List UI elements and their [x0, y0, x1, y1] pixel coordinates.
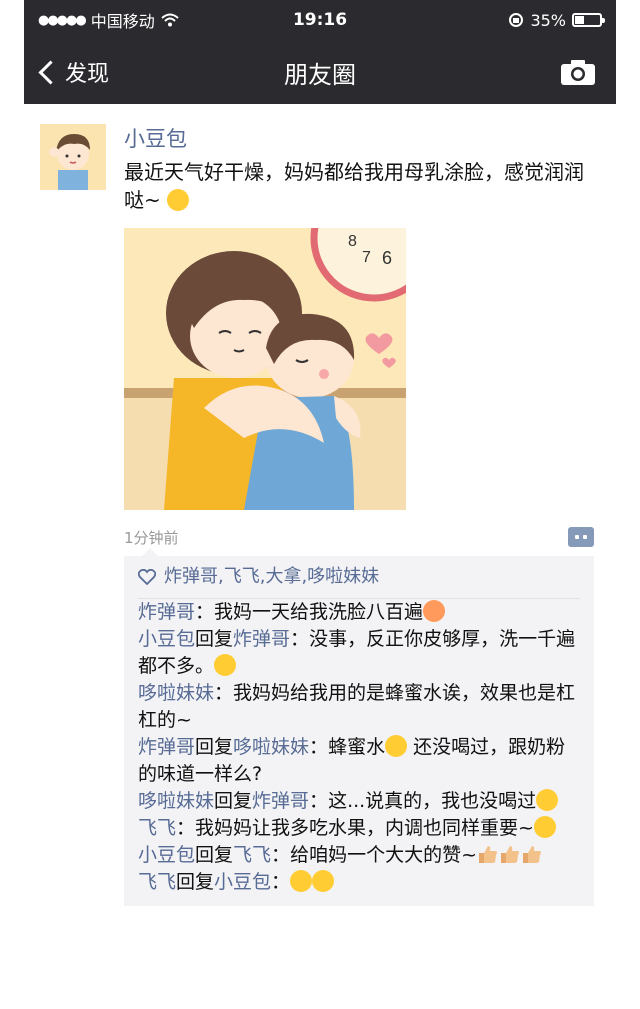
smile-emoji-icon: [214, 654, 237, 676]
crying-emoji-icon: [423, 600, 446, 622]
reply-word: 回复: [176, 871, 215, 893]
likes-row: 炸弹哥,飞飞,大拿,哆啦妹妹: [138, 562, 580, 599]
reply-word: 回复: [195, 844, 234, 866]
moment-post: 小豆包 最近天气好干燥，妈妈都给我用母乳涂脸，感觉润润哒~ 8 7 6 1分钟前…: [24, 104, 616, 906]
back-label: 发现: [65, 62, 110, 87]
battery-icon: [572, 13, 605, 27]
comment-author[interactable]: 飞飞: [138, 817, 176, 839]
heart-icon: [138, 569, 156, 585]
clock-digit-7: 7: [362, 249, 371, 266]
blush-emoji-icon: [167, 189, 190, 211]
post-photo[interactable]: 8 7 6: [124, 228, 406, 510]
smile-emoji-icon: [312, 870, 335, 892]
comment-action-button[interactable]: [568, 527, 594, 547]
comment-item[interactable]: 哆啦妹妹回复炸弹哥：这...说真的，我也没喝过: [138, 788, 580, 815]
comment-author[interactable]: 哆啦妹妹: [138, 790, 214, 812]
reply-word: 回复: [195, 628, 234, 650]
smile-emoji-icon: [290, 870, 313, 892]
comment-separator: ：: [271, 844, 291, 866]
comment-separator: ：: [195, 601, 215, 623]
thumbs-up-emoji-icon: [499, 843, 521, 865]
interaction-panel: 炸弹哥,飞飞,大拿,哆啦妹妹 炸弹哥：我妈一天给我洗脸八百遍 小豆包回复炸弹哥：没…: [124, 548, 594, 906]
likes-names[interactable]: 炸弹哥,飞飞,大拿,哆啦妹妹: [164, 562, 379, 592]
carrier-label: 中国移动: [90, 12, 155, 31]
reply-word: 回复: [214, 790, 253, 812]
comment-reply-target[interactable]: 炸弹哥: [252, 790, 309, 812]
comment-separator: ：: [214, 682, 234, 704]
comment-separator: ：: [290, 628, 310, 650]
wifi-icon: [161, 13, 179, 27]
comment-text: 我妈一天给我洗脸八百遍: [214, 601, 424, 623]
thumbs-up-emoji-icon: [521, 843, 543, 865]
nav-bar: 发现 朋友圈: [24, 40, 616, 104]
rotation-lock-icon: [509, 13, 524, 27]
comment-item[interactable]: 小豆包回复炸弹哥：没事，反正你皮够厚，洗一千遍都不多。: [138, 626, 580, 680]
avatar-image: [40, 124, 106, 190]
sad-emoji-icon: [536, 789, 559, 811]
camera-icon[interactable]: [560, 58, 596, 86]
reply-word: 回复: [195, 736, 234, 758]
clock-digit-6: 6: [382, 248, 392, 268]
avatar[interactable]: [40, 124, 106, 190]
comment-reply-target[interactable]: 飞飞: [233, 844, 271, 866]
comment-text: 这...说真的，我也没喝过: [328, 790, 537, 812]
comment-reply-target[interactable]: 炸弹哥: [233, 628, 290, 650]
post-username[interactable]: 小豆包: [124, 124, 594, 154]
thumbs-up-emoji-icon: [477, 843, 499, 865]
heart-eyes-emoji-icon: [385, 735, 408, 757]
signal-dots-icon: ●●●●●: [38, 12, 87, 28]
post-meta: 1分钟前: [124, 522, 594, 552]
comment-text: 给咱妈一个大大的赞~: [290, 844, 477, 866]
smirk-emoji-icon: [533, 816, 556, 838]
comment-reply-target[interactable]: 小豆包: [214, 871, 271, 893]
comment-text: 蜂蜜水: [328, 736, 386, 758]
comment-author[interactable]: 小豆包: [138, 844, 195, 866]
comment-item[interactable]: 炸弹哥：我妈一天给我洗脸八百遍: [138, 599, 580, 626]
comment-author[interactable]: 炸弹哥: [138, 736, 195, 758]
comment-item[interactable]: 小豆包回复飞飞：给咱妈一个大大的赞~: [138, 842, 580, 869]
comment-item[interactable]: 飞飞回复小豆包：: [138, 869, 580, 896]
comment-author[interactable]: 小豆包: [138, 628, 195, 650]
status-bar: ●●●●● 中国移动 19:16 35%: [24, 0, 616, 40]
comment-item[interactable]: 炸弹哥回复哆啦妹妹：蜂蜜水 还没喝过，跟奶粉的味道一样么?: [138, 734, 580, 788]
comment-reply-target[interactable]: 哆啦妹妹: [233, 736, 309, 758]
comment-separator: ：: [271, 871, 291, 893]
comment-author[interactable]: 炸弹哥: [138, 601, 195, 623]
post-text-body: 最近天气好干燥，妈妈都给我用母乳涂脸，感觉润润哒~: [124, 160, 584, 212]
comment-separator: ：: [309, 790, 329, 812]
status-left: ●●●●● 中国移动: [38, 8, 179, 32]
post-content: 小豆包 最近天气好干燥，妈妈都给我用母乳涂脸，感觉润润哒~ 8 7 6 1分钟前…: [124, 124, 594, 906]
post-time: 1分钟前: [124, 528, 179, 547]
comment-separator: ：: [309, 736, 329, 758]
comment-text: 我妈妈让我多吃水果，内调也同样重要~: [195, 817, 534, 839]
comment-separator: ：: [176, 817, 196, 839]
phone-screen: ●●●●● 中国移动 19:16 35% 发现 朋友圈 小豆包 最近天气好干燥，…: [24, 0, 616, 1009]
comment-author[interactable]: 哆啦妹妹: [138, 682, 214, 704]
comment-item[interactable]: 飞飞：我妈妈让我多吃水果，内调也同样重要~: [138, 815, 580, 842]
status-right: 35%: [508, 10, 605, 30]
comment-author[interactable]: 飞飞: [138, 871, 176, 893]
comment-list: 炸弹哥：我妈一天给我洗脸八百遍 小豆包回复炸弹哥：没事，反正你皮够厚，洗一千遍都不…: [138, 599, 580, 896]
back-button[interactable]: 发现: [24, 56, 109, 88]
chevron-left-icon: [38, 59, 63, 85]
battery-percent: 35%: [530, 10, 566, 30]
clock-digit-8: 8: [348, 233, 357, 250]
comment-item[interactable]: 哆啦妹妹：我妈妈给我用的是蜂蜜水诶，效果也是杠杠的~: [138, 680, 580, 734]
mother-hugging-child-illustration: 8 7 6: [124, 228, 406, 510]
post-text: 最近天气好干燥，妈妈都给我用母乳涂脸，感觉润润哒~: [124, 158, 594, 214]
page-title: 朋友圈: [284, 60, 356, 89]
